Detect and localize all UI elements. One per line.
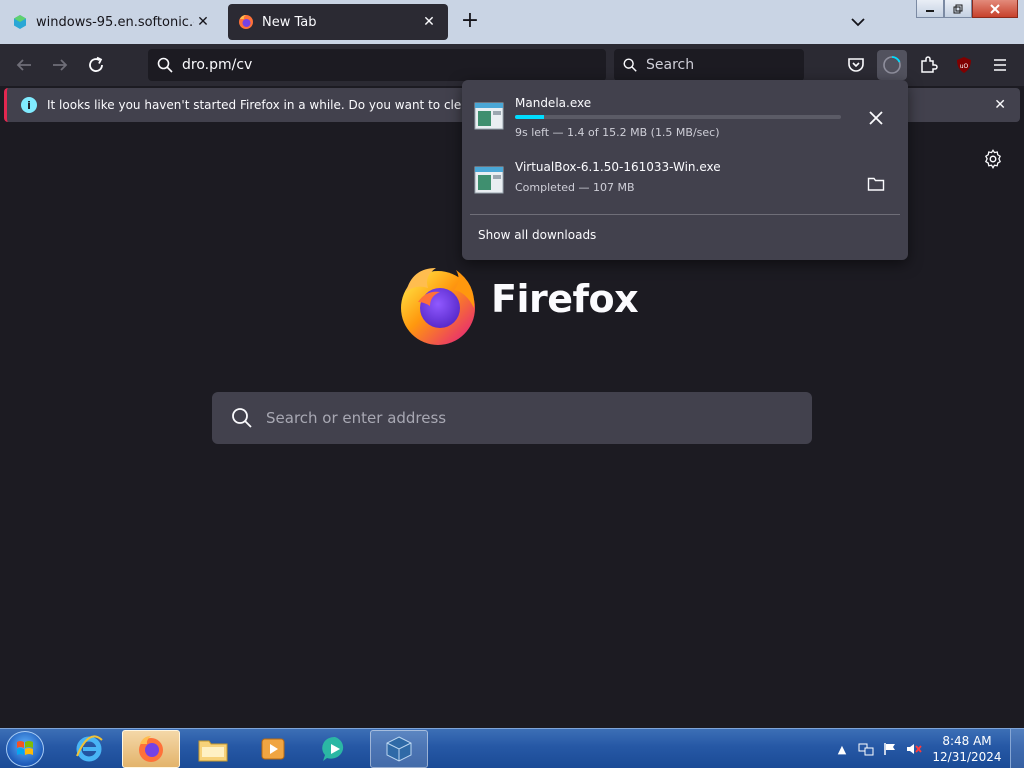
clock-date: 12/31/2024 (932, 750, 1002, 764)
firefox-logo-icon (401, 268, 475, 345)
download-filename: VirtualBox-6.1.50-161033-Win.exe (515, 160, 721, 174)
close-tab-icon[interactable]: ✕ (420, 14, 438, 30)
search-icon (232, 408, 252, 428)
exe-file-icon (474, 166, 504, 194)
hamburger-menu-icon[interactable] (988, 53, 1012, 77)
download-status: 9s left — 1.4 of 15.2 MB (1.5 MB/sec) (515, 126, 720, 139)
gear-icon[interactable] (982, 148, 1004, 170)
download-item[interactable]: Mandela.exe 9s left — 1.4 of 15.2 MB (1.… (472, 88, 898, 152)
close-tab-icon[interactable]: ✕ (194, 14, 212, 30)
softonic-favicon-icon (14, 15, 26, 29)
download-progress-bar (515, 115, 841, 119)
window-controls (916, 0, 1018, 18)
reload-icon[interactable] (84, 53, 108, 77)
close-icon[interactable]: ✕ (994, 97, 1006, 113)
download-progress-fill (515, 115, 545, 119)
cancel-icon[interactable] (862, 104, 890, 132)
action-center-flag-icon[interactable] (880, 739, 900, 759)
windows-taskbar: ▲ 8:48 AM 12/31/2024 (0, 728, 1024, 768)
pocket-icon[interactable] (844, 53, 868, 77)
show-all-downloads-button[interactable]: Show all downloads (478, 228, 596, 242)
firefox-icon[interactable] (122, 730, 180, 768)
firefox-wordmark: Firefox (491, 277, 639, 321)
show-hidden-icons-icon[interactable]: ▲ (832, 739, 852, 759)
clock-time: 8:48 AM (942, 734, 992, 748)
forward-arrow-icon[interactable] (48, 53, 72, 77)
media-player-icon[interactable] (244, 730, 302, 768)
minimize-icon[interactable] (916, 0, 944, 18)
download-filename: Mandela.exe (515, 96, 592, 110)
panel-separator (470, 214, 900, 215)
search-icon (623, 58, 637, 72)
tab-new-tab[interactable]: New Tab ✕ (228, 4, 448, 40)
search-bar[interactable]: Search (614, 49, 804, 81)
virtualbox-icon[interactable] (370, 730, 428, 768)
url-bar[interactable]: dro.pm/cv (148, 49, 606, 81)
search-placeholder: Search (646, 57, 695, 73)
system-tray: ▲ 8:48 AM 12/31/2024 (832, 729, 1024, 768)
info-icon: i (21, 97, 37, 113)
search-icon (157, 57, 173, 73)
ublock-origin-icon[interactable]: uO (952, 53, 976, 77)
system-clock[interactable]: 8:48 AM 12/31/2024 (928, 733, 1006, 765)
tab-softonic[interactable]: windows-95.en.softonic.com/ ✕ (2, 4, 222, 40)
firefox-favicon-icon (239, 15, 253, 29)
start-button[interactable] (6, 731, 44, 767)
newtab-search-box[interactable]: Search or enter address (212, 392, 812, 444)
internet-explorer-icon[interactable] (60, 730, 118, 768)
downloads-button[interactable] (877, 50, 907, 80)
download-progress-icon (883, 56, 901, 74)
file-explorer-icon[interactable] (184, 730, 242, 768)
back-arrow-icon[interactable] (12, 53, 36, 77)
tab-strip: windows-95.en.softonic.com/ ✕ New Tab ✕ … (0, 0, 1024, 44)
url-text: dro.pm/cv (182, 57, 253, 73)
windows-logo-icon (17, 741, 33, 755)
download-item[interactable]: VirtualBox-6.1.50-161033-Win.exe Complet… (472, 152, 898, 216)
svg-text:uO: uO (960, 63, 969, 70)
restore-icon[interactable] (944, 0, 972, 18)
volume-muted-icon[interactable] (904, 739, 924, 759)
close-icon[interactable] (972, 0, 1018, 18)
plus-icon[interactable]: + (458, 10, 482, 34)
exe-file-icon (474, 102, 504, 130)
notification-text: It looks like you haven't started Firefo… (47, 98, 528, 112)
folder-icon[interactable] (862, 170, 890, 198)
network-icon[interactable] (856, 739, 876, 759)
chevron-down-icon[interactable] (846, 10, 870, 34)
tab-title: windows-95.en.softonic.com/ (36, 14, 194, 30)
tab-title: New Tab (262, 14, 317, 30)
show-desktop-button[interactable] (1010, 729, 1024, 768)
chat-app-icon[interactable] (306, 730, 364, 768)
extensions-puzzle-icon[interactable] (916, 53, 940, 77)
download-status: Completed — 107 MB (515, 181, 635, 194)
downloads-panel: Mandela.exe 9s left — 1.4 of 15.2 MB (1.… (462, 80, 908, 260)
newtab-search-placeholder: Search or enter address (266, 409, 447, 427)
